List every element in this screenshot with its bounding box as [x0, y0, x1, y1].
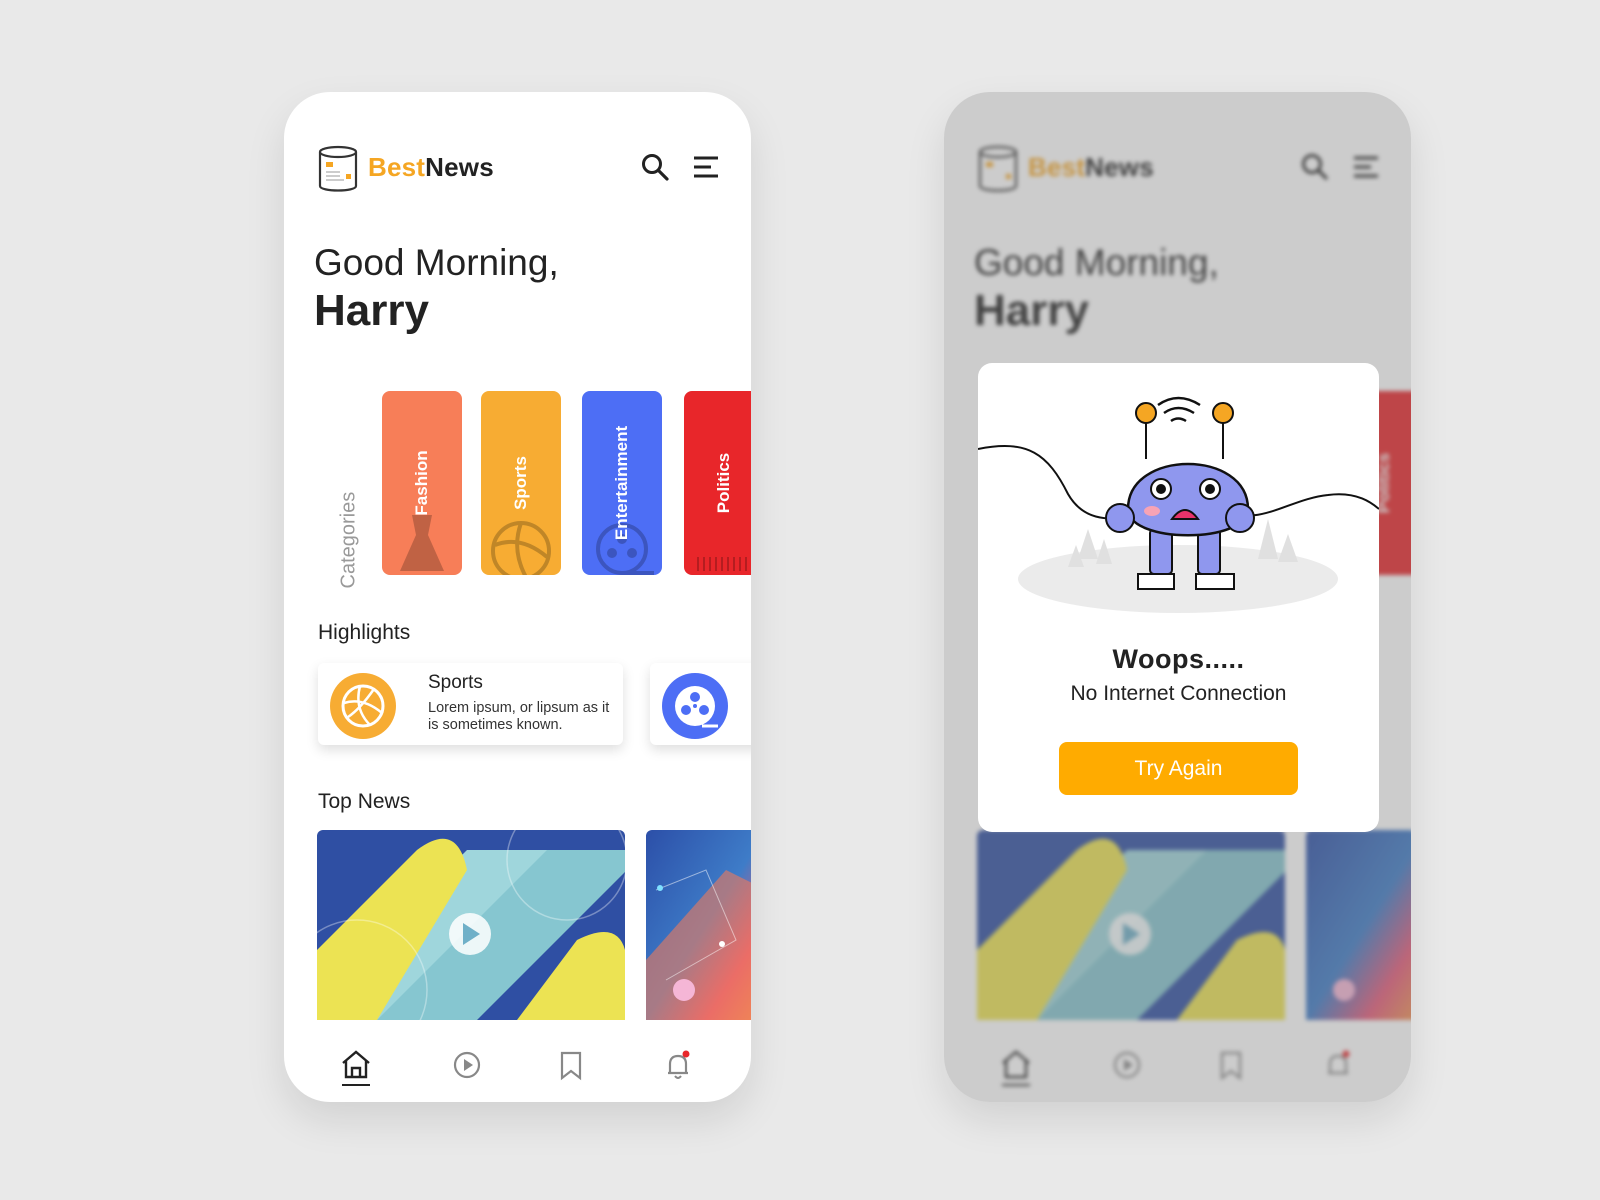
category-card-politics[interactable]: Politics: [684, 391, 751, 575]
active-tab-indicator: [342, 1084, 370, 1086]
category-card-entertainment[interactable]: Entertainment: [582, 391, 662, 575]
film-reel-icon: [662, 673, 728, 739]
top-news-title: Top News: [318, 790, 411, 813]
highlight-description: Lorem ipsum, or lipsum as it is sometime…: [428, 700, 610, 733]
phone-home-screen: BestNews Good Morning, Harry Categories …: [284, 92, 751, 1102]
category-label: Fashion: [412, 450, 431, 516]
search-icon[interactable]: [640, 152, 670, 182]
brand-name: BestNews: [368, 152, 494, 183]
error-title: Woops.....: [1112, 644, 1245, 674]
basketball-icon: [491, 521, 551, 575]
sad-robot-illustration: [978, 396, 1379, 613]
highlights-title: Highlights: [318, 621, 411, 644]
category-card-fashion[interactable]: Fashion: [382, 391, 462, 575]
highlight-card-sports[interactable]: Sports Lorem ipsum, or lipsum as it is s…: [318, 663, 623, 745]
menu-icon[interactable]: [692, 154, 720, 180]
category-label: Politics: [714, 452, 733, 514]
phone-error-screen: BestNews Good Morning, Harry Politics Wo…: [944, 92, 1411, 1102]
highlight-card-entertainment[interactable]: [650, 663, 751, 745]
user-name: Harry: [314, 286, 429, 335]
brand-part-best: Best: [368, 152, 426, 182]
news-thumbnail: [317, 830, 625, 1020]
basketball-icon: [330, 673, 396, 739]
try-again-button[interactable]: Try Again: [1059, 742, 1298, 795]
categories-label: Categories: [337, 491, 360, 589]
home-screen: BestNews Good Morning, Harry Categories …: [284, 92, 751, 1102]
news-card-abstract[interactable]: [646, 830, 751, 1020]
error-message: No Internet Connection: [1070, 682, 1287, 705]
category-label: Sports: [511, 456, 530, 510]
no-connection-dialog: Woops..... No Internet Connection Try Ag…: [978, 363, 1379, 832]
category-label: Entertainment: [612, 425, 631, 541]
bookmark-icon[interactable]: [554, 1047, 588, 1083]
highlight-title: Sports: [428, 672, 483, 693]
bell-icon[interactable]: [661, 1047, 695, 1083]
category-card-sports[interactable]: Sports: [481, 391, 561, 575]
brand-part-news: News: [425, 152, 494, 182]
home-icon[interactable]: [339, 1047, 373, 1083]
video-play-icon[interactable]: [450, 1047, 484, 1083]
podium-icon: [697, 557, 747, 571]
greeting-line: Good Morning,: [314, 242, 559, 283]
news-card-video[interactable]: [317, 830, 625, 1020]
newspaper-logo-icon[interactable]: [316, 144, 360, 194]
news-thumbnail: [646, 830, 751, 1020]
